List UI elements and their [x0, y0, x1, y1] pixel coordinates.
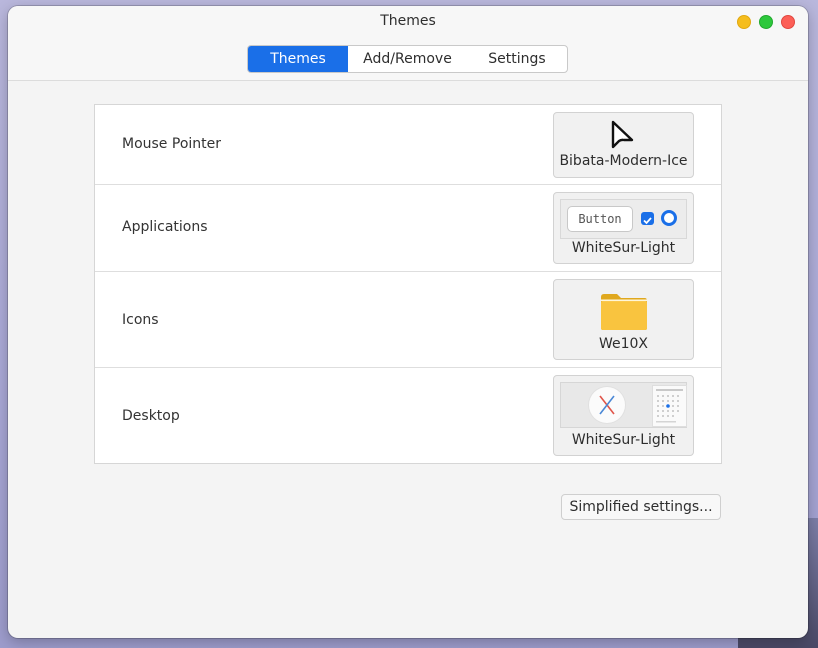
theme-settings-list: Mouse Pointer Bibata-Modern-Ice Applicat… [94, 104, 722, 464]
window-title: Themes [380, 13, 436, 29]
list-item-desktop: Desktop WhiteSur-Light [95, 368, 721, 463]
folder-icon [601, 294, 647, 330]
tab-settings[interactable]: Settings [467, 46, 567, 72]
preview-button: Button [567, 206, 633, 232]
radio-icon [661, 210, 677, 226]
desktop-preview [560, 382, 687, 428]
calendar-widget-icon [652, 385, 687, 427]
cursor-arrow-icon [611, 120, 634, 149]
theme-name: We10X [598, 336, 649, 352]
list-item-icons: Icons We10X [95, 272, 721, 368]
theme-name: Bibata-Modern-Ice [559, 153, 688, 169]
row-label: Applications [122, 219, 208, 235]
row-label: Mouse Pointer [122, 136, 222, 152]
title-bar: Themes Themes Add/Remove Settings [8, 6, 808, 81]
list-item-applications: Applications Button WhiteSur-Light [95, 185, 721, 272]
tab-themes[interactable]: Themes [248, 46, 348, 72]
desktop-theme-button[interactable]: WhiteSur-Light [553, 375, 694, 456]
row-label: Desktop [122, 408, 180, 424]
themes-window: Themes Themes Add/Remove Settings Mouse … [8, 6, 808, 638]
x-logo-icon [589, 387, 625, 423]
icons-theme-button[interactable]: We10X [553, 279, 694, 360]
minimize-button[interactable] [737, 15, 751, 29]
checkbox-icon [641, 212, 654, 225]
applications-theme-button[interactable]: Button WhiteSur-Light [553, 192, 694, 264]
close-button[interactable] [781, 15, 795, 29]
list-item-mouse-pointer: Mouse Pointer Bibata-Modern-Ice [95, 105, 721, 185]
row-label: Icons [122, 312, 159, 328]
maximize-button[interactable] [759, 15, 773, 29]
tab-add-remove[interactable]: Add/Remove [348, 46, 467, 72]
simplified-settings-button[interactable]: Simplified settings... [561, 494, 721, 520]
theme-name: WhiteSur-Light [571, 432, 676, 448]
widget-preview: Button [560, 199, 687, 239]
tab-bar: Themes Add/Remove Settings [247, 45, 568, 73]
theme-name: WhiteSur-Light [571, 240, 676, 256]
mouse-pointer-theme-button[interactable]: Bibata-Modern-Ice [553, 112, 694, 178]
